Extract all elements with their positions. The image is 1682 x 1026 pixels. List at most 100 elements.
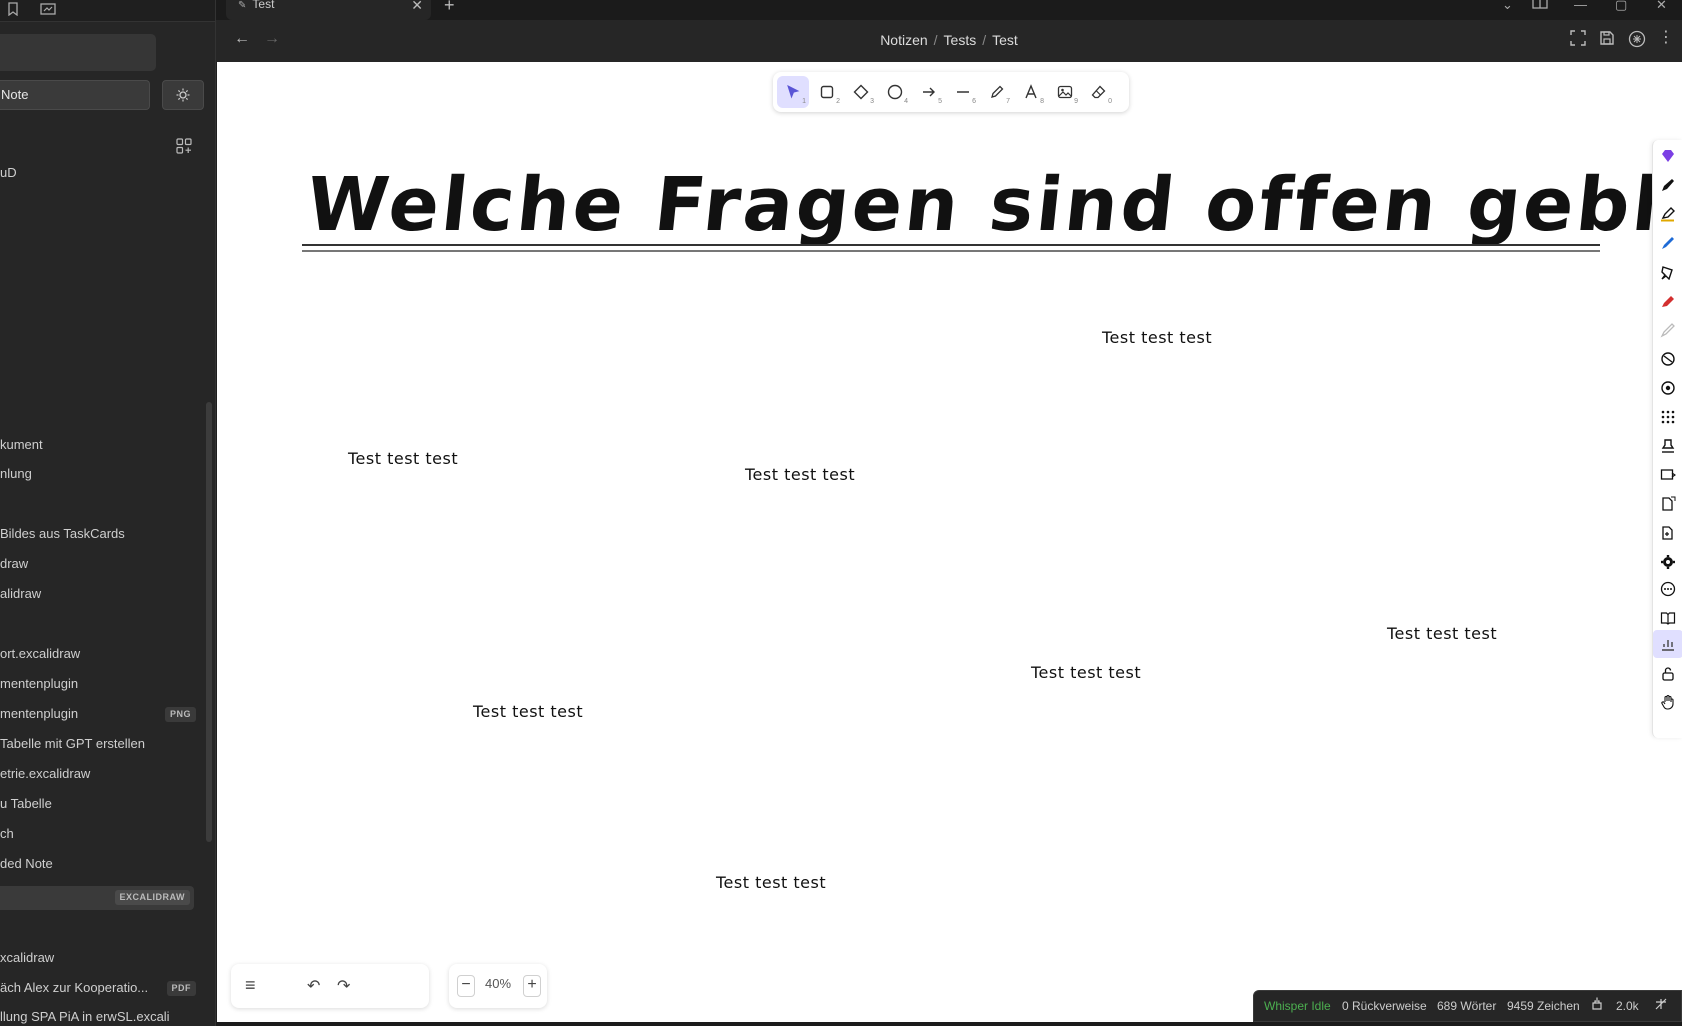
- palette-icon[interactable]: [1660, 351, 1676, 367]
- undo-icon[interactable]: ↶: [307, 976, 320, 996]
- hamburger-menu-icon[interactable]: ≡: [245, 976, 256, 994]
- file-item[interactable]: ort.excalidraw: [0, 643, 200, 665]
- fountain-pen-icon[interactable]: [1660, 264, 1676, 280]
- draw-tool[interactable]: 7: [981, 76, 1013, 108]
- gem-icon[interactable]: [1660, 148, 1676, 164]
- file-item[interactable]: llung SPA PiA in erwSL.excali: [0, 1006, 200, 1026]
- file-item[interactable]: ch: [0, 823, 200, 845]
- close-window-icon[interactable]: ✕: [1656, 0, 1667, 11]
- file-item[interactable]: nlung: [0, 463, 200, 485]
- sync-off-icon[interactable]: [1654, 997, 1668, 1014]
- maximize-icon[interactable]: ▢: [1615, 0, 1627, 11]
- grid-icon[interactable]: [1660, 409, 1676, 425]
- file-item[interactable]: draw: [0, 553, 200, 575]
- save-icon[interactable]: [1599, 30, 1617, 48]
- minimize-icon[interactable]: —: [1574, 0, 1587, 11]
- file-item[interactable]: kument: [0, 434, 200, 456]
- book-icon[interactable]: [1660, 610, 1676, 626]
- rectangle-tool[interactable]: 2: [811, 76, 843, 108]
- close-tab-icon[interactable]: ✕: [411, 0, 423, 12]
- file-item[interactable]: uD: [0, 162, 200, 184]
- count-indicator[interactable]: 2.0k: [1616, 999, 1639, 1013]
- file-item[interactable]: xcalidraw: [0, 947, 200, 969]
- zoom-level[interactable]: 40%: [475, 976, 521, 991]
- gear-icon[interactable]: [1660, 554, 1676, 570]
- excalidraw-icon[interactable]: [1628, 30, 1646, 48]
- fullscreen-icon[interactable]: [1570, 30, 1588, 48]
- ellipse-tool[interactable]: 4: [879, 76, 911, 108]
- layout-icon[interactable]: [1532, 0, 1548, 11]
- eraser-tool[interactable]: 0: [1083, 76, 1115, 108]
- sync-icon[interactable]: [1590, 997, 1604, 1014]
- breadcrumb-tests[interactable]: Tests: [944, 32, 977, 48]
- highlighter-icon[interactable]: [1660, 206, 1676, 222]
- ribbon-icon[interactable]: [40, 2, 56, 19]
- breadcrumb-notizen[interactable]: Notizen: [880, 32, 927, 48]
- canvas-text[interactable]: Test test test: [473, 702, 583, 721]
- bookmark-icon[interactable]: [6, 2, 20, 19]
- file-item[interactable]: mentenplugin: [0, 673, 200, 695]
- bottom-edge: [216, 1022, 1682, 1026]
- slideshow-icon[interactable]: [1660, 467, 1676, 483]
- menu-undo-panel: ≡ ↶ ↷: [231, 964, 429, 1008]
- drawing-icon: ✎: [238, 0, 247, 11]
- text-tool[interactable]: 8: [1015, 76, 1047, 108]
- backlinks-count[interactable]: 0 Rückverweise: [1342, 999, 1427, 1013]
- file-item[interactable]: u Tabelle: [0, 793, 200, 815]
- file-item[interactable]: alidraw: [0, 583, 200, 605]
- canvas-text[interactable]: Test test test: [1031, 663, 1141, 682]
- new-note-button[interactable]: Note: [0, 80, 150, 110]
- new-tab-icon[interactable]: +: [444, 0, 455, 14]
- search-input[interactable]: [0, 34, 156, 71]
- arrow-tool[interactable]: 5: [913, 76, 945, 108]
- red-marker-icon[interactable]: [1660, 293, 1676, 309]
- file-item[interactable]: Bildes aus TaskCards: [0, 523, 200, 545]
- canvas-text[interactable]: Test test test: [348, 449, 458, 468]
- file-item[interactable]: ded Note: [0, 853, 200, 875]
- pen-icon[interactable]: [1660, 177, 1676, 193]
- line-icon: [957, 91, 969, 93]
- selection-tool[interactable]: 1: [777, 76, 809, 108]
- tab-test[interactable]: ✎ Test ✕: [226, 0, 431, 20]
- file-type-badge: PDF: [166, 981, 196, 996]
- file-item-active[interactable]: EXCALIDRAW: [0, 886, 194, 910]
- sidebar: Note uD kument nlung Bildes aus TaskCard…: [0, 0, 216, 1026]
- theme-toggle-button[interactable]: [162, 80, 204, 110]
- file-item[interactable]: etrie.excalidraw: [0, 763, 200, 785]
- canvas-text[interactable]: Test test test: [1387, 624, 1497, 643]
- hand-icon[interactable]: [1660, 694, 1676, 710]
- export-doc-icon[interactable]: [1660, 496, 1676, 512]
- excalidraw-canvas[interactable]: 1 2 3 4 5 6 7 8 9 0 Welche Fragen sind o…: [217, 62, 1682, 1022]
- file-item[interactable]: mentenplugin PNG: [0, 703, 200, 725]
- stamp-icon[interactable]: [1660, 438, 1676, 454]
- line-tool[interactable]: 6: [947, 76, 979, 108]
- blue-pen-icon[interactable]: [1660, 235, 1676, 251]
- zoom-out-button[interactable]: −: [457, 975, 475, 997]
- more-options-icon[interactable]: ⋮: [1658, 30, 1676, 48]
- sun-icon: [176, 88, 190, 102]
- add-doc-icon[interactable]: [1660, 525, 1676, 541]
- breadcrumb: Notizen / Tests / Test: [880, 32, 1018, 48]
- canvas-text[interactable]: Test test test: [716, 873, 826, 892]
- color-picker-icon[interactable]: [1660, 380, 1676, 396]
- ellipse-icon: [887, 84, 903, 100]
- canvas-text[interactable]: Test test test: [745, 465, 855, 484]
- new-drawing-icon[interactable]: [176, 138, 194, 156]
- canvas-headline[interactable]: Welche Fragen sind offen geblieben?: [302, 162, 1682, 248]
- chevron-down-icon[interactable]: ⌄: [1502, 0, 1513, 11]
- breadcrumb-test[interactable]: Test: [992, 32, 1018, 48]
- chart-icon[interactable]: [1660, 636, 1676, 652]
- more-horizontal-icon[interactable]: [1660, 581, 1676, 597]
- image-tool[interactable]: 9: [1049, 76, 1081, 108]
- pencil-light-icon[interactable]: [1660, 322, 1676, 338]
- whisper-status[interactable]: Whisper Idle: [1264, 999, 1331, 1013]
- canvas-text[interactable]: Test test test: [1102, 328, 1212, 347]
- zoom-in-button[interactable]: +: [523, 975, 541, 997]
- headline-underline[interactable]: [302, 244, 1600, 252]
- diamond-tool[interactable]: 3: [845, 76, 877, 108]
- file-item[interactable]: Tabelle mit GPT erstellen: [0, 733, 200, 755]
- sidebar-scrollbar[interactable]: [206, 402, 212, 842]
- unlock-icon[interactable]: [1660, 666, 1676, 682]
- file-item[interactable]: äch Alex zur Kooperatio... PDF: [0, 977, 200, 999]
- redo-icon[interactable]: ↷: [337, 976, 350, 996]
